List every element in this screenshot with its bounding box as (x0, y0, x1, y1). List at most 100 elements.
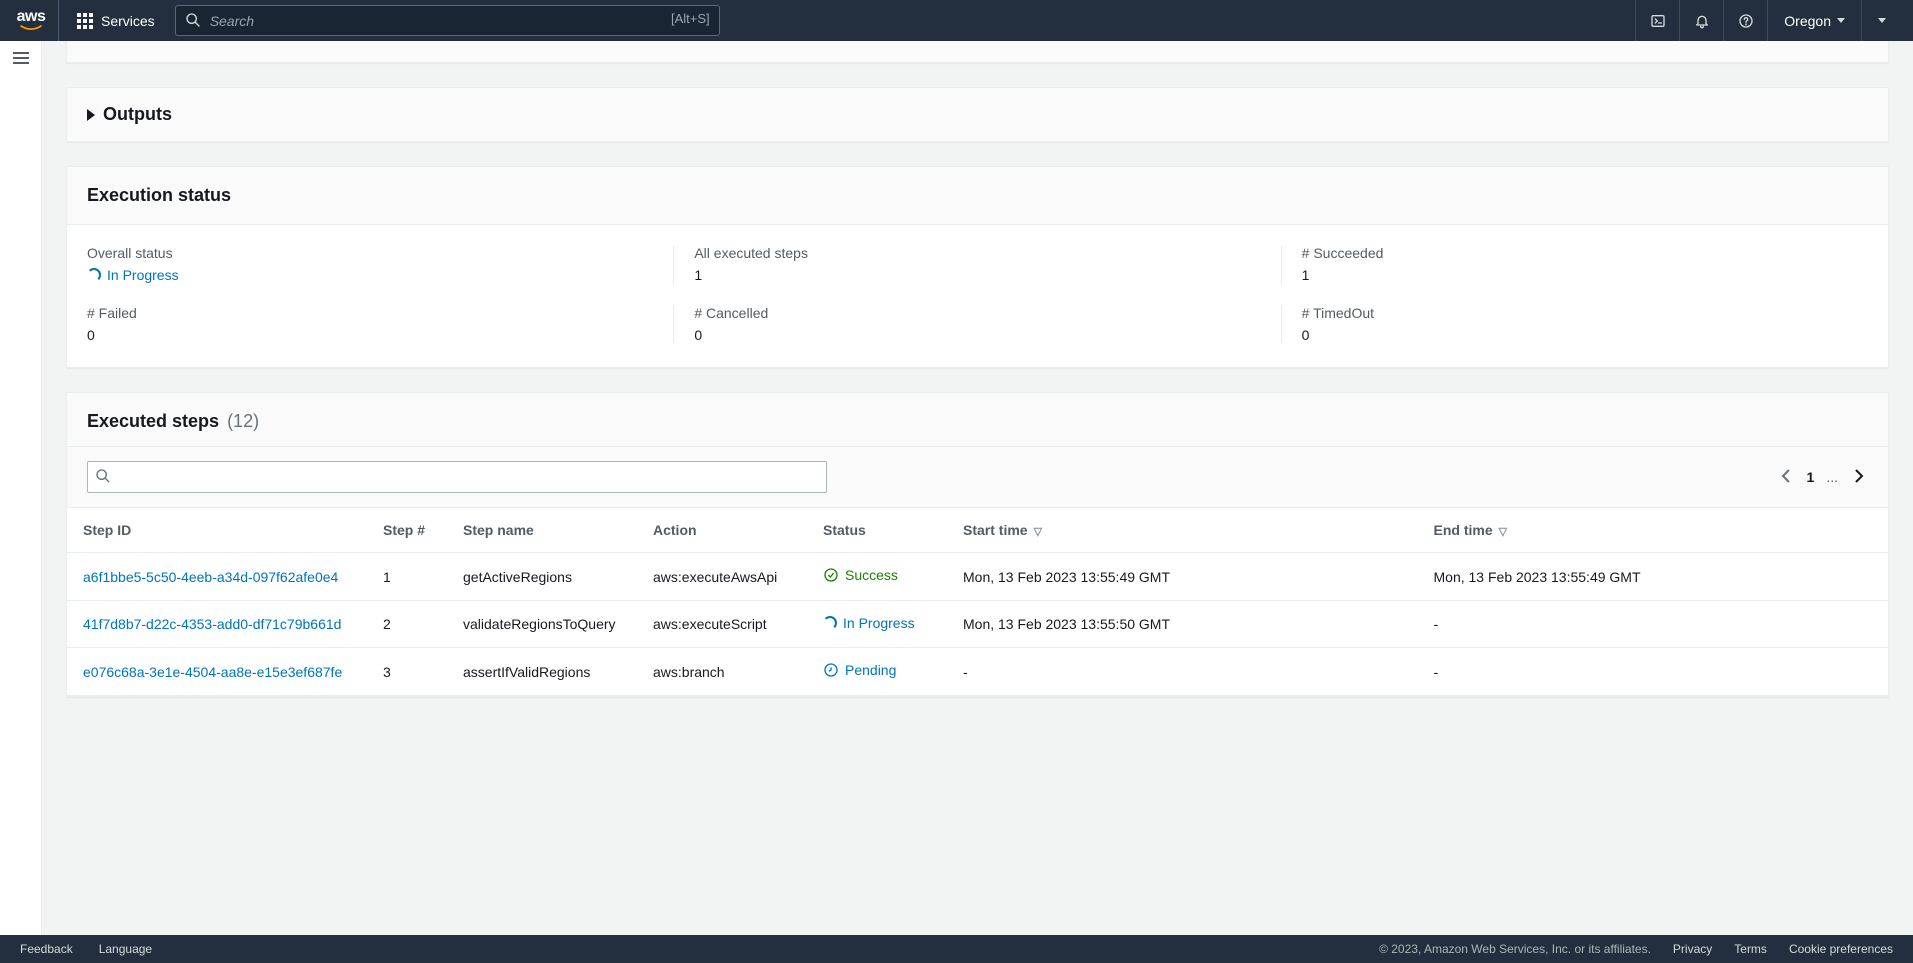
succeeded-value: 1 (1302, 267, 1868, 283)
step-num: 3 (367, 648, 447, 696)
step-name: assertIfValidRegions (447, 648, 637, 696)
cookie-link[interactable]: Cookie preferences (1789, 942, 1893, 956)
execution-status-title: Execution status (67, 167, 1888, 225)
sort-icon: ▽ (1034, 525, 1042, 538)
left-rail (0, 41, 42, 935)
services-label: Services (101, 13, 155, 29)
step-start: - (947, 648, 1418, 696)
step-start: Mon, 13 Feb 2023 13:55:50 GMT (947, 601, 1418, 648)
cancelled-value: 0 (694, 327, 1260, 343)
account-menu[interactable] (1861, 0, 1901, 41)
language-link[interactable]: Language (99, 942, 152, 956)
col-status[interactable]: Status (807, 508, 947, 553)
col-step-id[interactable]: Step ID (67, 508, 367, 553)
next-page-button[interactable] (1850, 464, 1868, 491)
step-end: - (1418, 648, 1889, 696)
aws-logo-text: aws (17, 10, 46, 24)
terms-link[interactable]: Terms (1734, 942, 1767, 956)
copyright-text: © 2023, Amazon Web Services, Inc. or its… (1379, 942, 1651, 956)
feedback-link[interactable]: Feedback (20, 942, 73, 956)
help-button[interactable] (1723, 0, 1767, 41)
page-ellipsis: ... (1826, 469, 1838, 485)
caret-down-icon (1878, 18, 1886, 23)
aws-logo[interactable]: aws (12, 0, 59, 41)
prev-page-button[interactable] (1777, 464, 1795, 491)
steps-filter-input[interactable] (87, 461, 827, 493)
status-pending: Pending (823, 662, 896, 678)
failed-label: # Failed (87, 305, 653, 321)
hamburger-icon[interactable] (12, 51, 30, 65)
cloudshell-button[interactable] (1635, 0, 1679, 41)
step-name: getActiveRegions (447, 553, 637, 601)
prior-panel-stub (66, 41, 1889, 63)
footer: Feedback Language © 2023, Amazon Web Ser… (0, 935, 1913, 963)
clock-icon (823, 662, 839, 678)
pagination: 1 ... (1777, 464, 1868, 491)
steps-filter (87, 461, 827, 493)
step-id-link[interactable]: 41f7d8b7-d22c-4353-add0-df71c79b661d (83, 616, 341, 632)
services-grid-icon (77, 13, 93, 29)
outputs-title: Outputs (103, 104, 172, 125)
privacy-link[interactable]: Privacy (1673, 942, 1712, 956)
spinner-icon (823, 616, 837, 630)
executed-steps-count: (12) (227, 411, 259, 432)
status-inprogress: In Progress (823, 615, 915, 631)
region-label: Oregon (1784, 13, 1831, 29)
step-name: validateRegionsToQuery (447, 601, 637, 648)
step-num: 1 (367, 553, 447, 601)
succeeded-label: # Succeeded (1302, 245, 1868, 261)
all-executed-value: 1 (694, 267, 1260, 283)
services-button[interactable]: Services (63, 0, 169, 41)
timedout-value: 0 (1302, 327, 1868, 343)
step-end: Mon, 13 Feb 2023 13:55:49 GMT (1418, 553, 1889, 601)
region-selector[interactable]: Oregon (1767, 0, 1861, 41)
bell-icon (1694, 13, 1710, 29)
col-step-num[interactable]: Step # (367, 508, 447, 553)
spinner-icon (87, 268, 101, 282)
help-icon (1738, 13, 1754, 29)
shell: Outputs Execution status Overall status … (0, 41, 1913, 935)
col-start-time[interactable]: Start time▽ (947, 508, 1418, 553)
col-action[interactable]: Action (637, 508, 807, 553)
executed-steps-title: Executed steps (87, 411, 219, 432)
search-icon (185, 12, 201, 28)
timedout-label: # TimedOut (1302, 305, 1868, 321)
step-action: aws:executeAwsApi (637, 553, 807, 601)
caret-right-icon (87, 109, 95, 121)
top-nav: aws Services [Alt+S] Oregon (0, 0, 1913, 41)
outputs-panel[interactable]: Outputs (66, 87, 1889, 142)
executed-steps-panel: Executed steps (12) 1 ... (66, 392, 1889, 697)
failed-value: 0 (87, 327, 653, 343)
top-nav-right: Oregon (1635, 0, 1901, 41)
aws-smile-icon (16, 25, 46, 31)
search-icon (95, 468, 111, 484)
step-action: aws:branch (637, 648, 807, 696)
overall-status-label: Overall status (87, 245, 653, 261)
table-row: 41f7d8b7-d22c-4353-add0-df71c79b661d 2val… (67, 601, 1888, 648)
execution-status-panel: Execution status Overall status In Progr… (66, 166, 1889, 368)
overall-status-value: In Progress (87, 267, 179, 283)
step-id-link[interactable]: e076c68a-3e1e-4504-aa8e-e15e3ef687fe (83, 664, 342, 680)
step-start: Mon, 13 Feb 2023 13:55:49 GMT (947, 553, 1418, 601)
table-row: a6f1bbe5-5c50-4eeb-a34d-097f62afe0e4 1get… (67, 553, 1888, 601)
all-executed-label: All executed steps (694, 245, 1260, 261)
step-action: aws:executeScript (637, 601, 807, 648)
main-content: Outputs Execution status Overall status … (42, 41, 1913, 935)
table-row: e076c68a-3e1e-4504-aa8e-e15e3ef687fe 3ass… (67, 648, 1888, 696)
notifications-button[interactable] (1679, 0, 1723, 41)
current-page: 1 (1807, 469, 1815, 485)
cloudshell-icon (1650, 13, 1666, 29)
step-id-link[interactable]: a6f1bbe5-5c50-4eeb-a34d-097f62afe0e4 (83, 569, 338, 585)
search-input[interactable] (175, 5, 720, 36)
search-shortcut: [Alt+S] (671, 11, 710, 26)
executed-steps-table: Step ID Step # Step name Action Status S… (67, 508, 1888, 696)
global-search: [Alt+S] (175, 5, 720, 36)
step-end: - (1418, 601, 1889, 648)
step-num: 2 (367, 601, 447, 648)
col-step-name[interactable]: Step name (447, 508, 637, 553)
status-success: Success (823, 567, 898, 583)
sort-icon: ▽ (1499, 525, 1507, 538)
caret-down-icon (1837, 18, 1845, 23)
col-end-time[interactable]: End time▽ (1418, 508, 1889, 553)
check-circle-icon (823, 567, 839, 583)
